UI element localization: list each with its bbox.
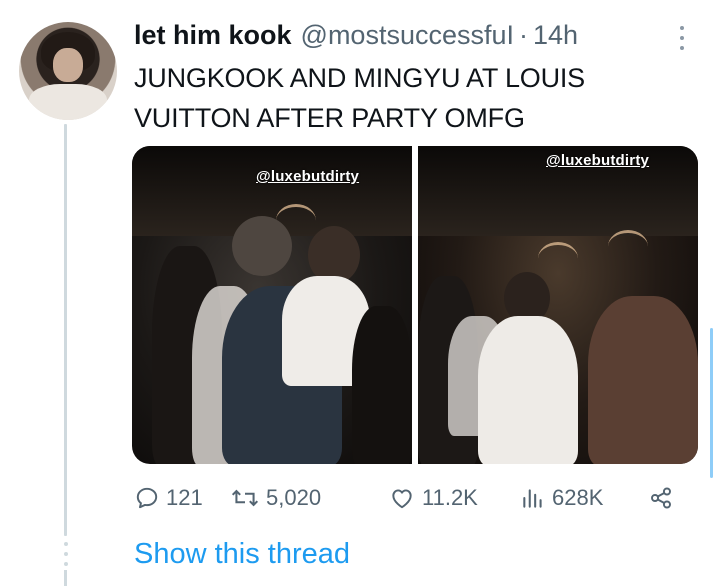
tweet-timestamp[interactable]: 14h [533,20,578,51]
author-handle[interactable]: @mostsuccessfuI [301,20,514,51]
thread-connector-line-bottom [64,570,67,586]
views-count: 628K [552,485,604,510]
scrollbar[interactable] [710,328,713,478]
tweet-text: JUNGKOOK AND MINGYU AT LOUIS VUITTON AFT… [134,63,585,133]
share-button[interactable] [648,480,674,516]
reply-icon [134,485,160,511]
share-icon [648,485,674,511]
like-icon [388,485,416,511]
retweet-count: 5,020 [266,485,322,510]
tweet-header: let him kook @mostsuccessfuI · 14h [134,20,578,54]
header-separator: · [519,20,528,50]
show-thread-link[interactable]: Show this thread [134,538,350,571]
like-count: 11.2K [422,485,478,510]
thread-gap-dots [62,542,70,566]
avatar[interactable] [19,22,117,120]
retweet-icon [230,485,260,511]
views-button[interactable]: 628K [520,480,603,516]
like-button[interactable]: 11.2K [388,480,478,516]
tweet-actions: 121 5,020 11.2K 628K [132,480,692,516]
author-name[interactable]: let him kook [134,20,292,51]
more-icon[interactable] [672,26,692,50]
media-watermark-1: @luxebutdirty [256,168,360,185]
media-photo-1[interactable]: @luxebutdirty [132,146,412,464]
tweet-media: @luxebutdirty @luxebutdirty [132,146,698,464]
views-icon [520,485,546,511]
reply-button[interactable]: 121 [134,480,203,516]
media-photo-2[interactable]: @luxebutdirty [418,146,698,464]
thread-connector-line [64,124,67,536]
reply-count: 121 [166,485,203,510]
media-watermark-2: @luxebutdirty [546,152,650,169]
retweet-button[interactable]: 5,020 [230,480,321,516]
